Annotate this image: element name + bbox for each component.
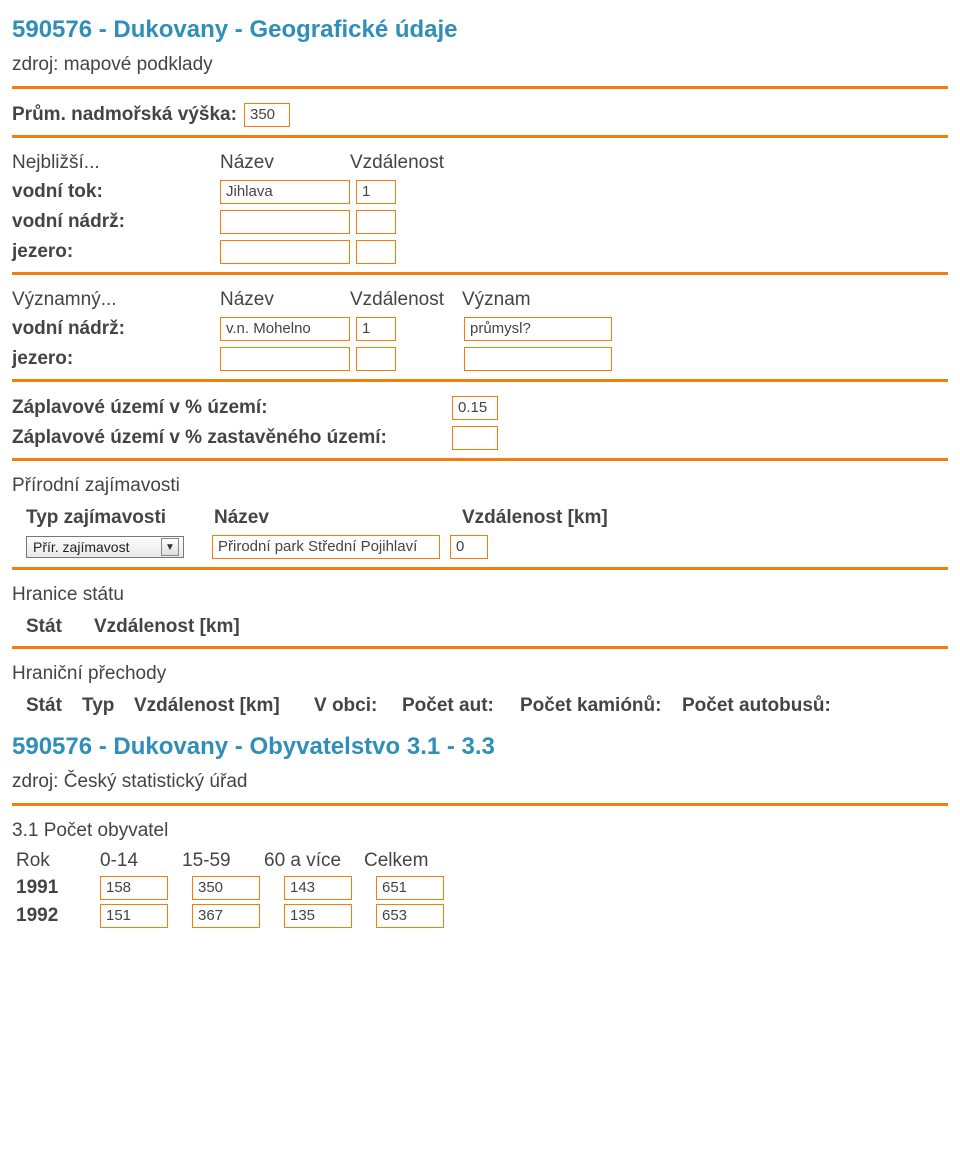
flood-builtup-row: Záplavové území v % zastavěného území:	[12, 426, 948, 450]
attractions-head: Typ zajímavosti Název Vzdálenost [km]	[12, 507, 948, 529]
dist-value[interactable]	[356, 210, 396, 234]
pop-table-head: Rok 0-14 15-59 60 a více Celkem	[16, 850, 948, 872]
val-60plus[interactable]: 135	[284, 904, 352, 928]
col-dist: Vzdálenost	[350, 289, 462, 311]
attraction-row: Přír. zajímavost ▼ Přirodní park Střední…	[12, 535, 948, 559]
crossings-title: Hraniční přechody	[12, 663, 948, 685]
attractions-title: Přírodní zajímavosti	[12, 475, 948, 497]
name-value[interactable]	[220, 347, 350, 371]
attraction-type-value: Přír. zajímavost	[33, 539, 161, 555]
row-label: jezero:	[12, 348, 220, 370]
flood-builtup-value[interactable]	[452, 426, 498, 450]
flood-territory-label: Záplavové území v % území:	[12, 397, 452, 419]
th-buses: Počet autobusů:	[682, 695, 852, 717]
significant-head-row: Významný... Název Vzdálenost Význam	[12, 289, 948, 311]
col-name: Název	[220, 289, 350, 311]
th-15-59: 15-59	[182, 850, 264, 872]
row-label: vodní nádrž:	[12, 318, 220, 340]
flood-territory-row: Záplavové území v % území: 0.15	[12, 396, 948, 420]
divider	[12, 458, 948, 461]
sig-value[interactable]: průmysl?	[464, 317, 612, 341]
geo-heading: 590576 - Dukovany - Geografické údaje	[12, 16, 948, 44]
pop-heading: 590576 - Dukovany - Obyvatelstvo 3.1 - 3…	[12, 733, 948, 761]
th-trucks: Počet kamiónů:	[520, 695, 674, 717]
th-0-14: 0-14	[100, 850, 182, 872]
th-total: Celkem	[364, 850, 454, 872]
dist-value[interactable]	[356, 347, 396, 371]
th-type: Typ zajímavosti	[26, 507, 214, 529]
val-60plus[interactable]: 143	[284, 876, 352, 900]
nearest-lake-row: jezero:	[12, 240, 948, 264]
val-total[interactable]: 653	[376, 904, 444, 928]
th-type: Typ	[82, 695, 126, 717]
borders-head: Stát Vzdálenost [km]	[26, 616, 948, 638]
col-name: Název	[220, 152, 350, 174]
nearest-reservoir-row: vodní nádrž:	[12, 210, 948, 234]
name-value[interactable]	[220, 240, 350, 264]
altitude-label: Prům. nadmořská výška:	[12, 104, 244, 126]
dist-value[interactable]	[356, 240, 396, 264]
col-dist: Vzdálenost	[350, 152, 444, 174]
divider	[12, 135, 948, 138]
row-label: vodní nádrž:	[12, 211, 220, 233]
chevron-down-icon[interactable]: ▼	[161, 538, 179, 556]
divider	[12, 379, 948, 382]
altitude-row: Prům. nadmořská výška: 350	[12, 103, 948, 127]
nearest-head: Nejbližší...	[12, 152, 220, 174]
pop-row-1992: 1992 151 367 135 653	[12, 904, 948, 928]
year-label: 1991	[16, 877, 100, 899]
divider	[12, 646, 948, 649]
divider	[12, 272, 948, 275]
dist-value[interactable]: 1	[356, 180, 396, 204]
significant-lake-row: jezero:	[12, 347, 948, 371]
dist-value[interactable]: 1	[356, 317, 396, 341]
sig-value[interactable]	[464, 347, 612, 371]
val-0-14[interactable]: 158	[100, 876, 168, 900]
attraction-dist-value[interactable]: 0	[450, 535, 488, 559]
th-state: Stát	[26, 695, 74, 717]
th-60plus: 60 a více	[264, 850, 364, 872]
flood-builtup-label: Záplavové území v % zastavěného území:	[12, 427, 452, 449]
divider	[12, 86, 948, 89]
row-label: jezero:	[12, 241, 220, 263]
borders-title: Hranice státu	[12, 584, 948, 606]
significant-reservoir-row: vodní nádrž: v.n. Mohelno 1 průmysl?	[12, 317, 948, 341]
crossings-head: Stát Typ Vzdálenost [km] V obci: Počet a…	[26, 695, 948, 717]
name-value[interactable]	[220, 210, 350, 234]
attraction-type-select[interactable]: Přír. zajímavost ▼	[26, 536, 184, 558]
row-label: vodní tok:	[12, 181, 220, 203]
pop-source: zdroj: Český statistický úřad	[12, 771, 948, 793]
th-state: Stát	[26, 616, 94, 638]
col-sig: Význam	[462, 289, 531, 311]
th-cars: Počet aut:	[402, 695, 512, 717]
th-obci: V obci:	[314, 695, 394, 717]
val-15-59[interactable]: 350	[192, 876, 260, 900]
th-dist: Vzdálenost [km]	[94, 616, 274, 638]
th-dist: Vzdálenost [km]	[462, 507, 662, 529]
geo-source: zdroj: mapové podklady	[12, 54, 948, 76]
name-value[interactable]: v.n. Mohelno	[220, 317, 350, 341]
significant-head: Významný...	[12, 289, 220, 311]
val-total[interactable]: 651	[376, 876, 444, 900]
pop-section-31: 3.1 Počet obyvatel	[12, 820, 948, 842]
altitude-value[interactable]: 350	[244, 103, 290, 127]
attraction-name-value[interactable]: Přirodní park Střední Pojihlaví	[212, 535, 440, 559]
pop-row-1991: 1991 158 350 143 651	[12, 876, 948, 900]
nearest-watercourse-row: vodní tok: Jihlava 1	[12, 180, 948, 204]
year-label: 1992	[16, 905, 100, 927]
divider	[12, 567, 948, 570]
name-value[interactable]: Jihlava	[220, 180, 350, 204]
divider	[12, 803, 948, 806]
flood-territory-value[interactable]: 0.15	[452, 396, 498, 420]
th-year: Rok	[16, 850, 100, 872]
nearest-head-row: Nejbližší... Název Vzdálenost	[12, 152, 948, 174]
val-15-59[interactable]: 367	[192, 904, 260, 928]
th-name: Název	[214, 507, 462, 529]
val-0-14[interactable]: 151	[100, 904, 168, 928]
th-dist: Vzdálenost [km]	[134, 695, 306, 717]
